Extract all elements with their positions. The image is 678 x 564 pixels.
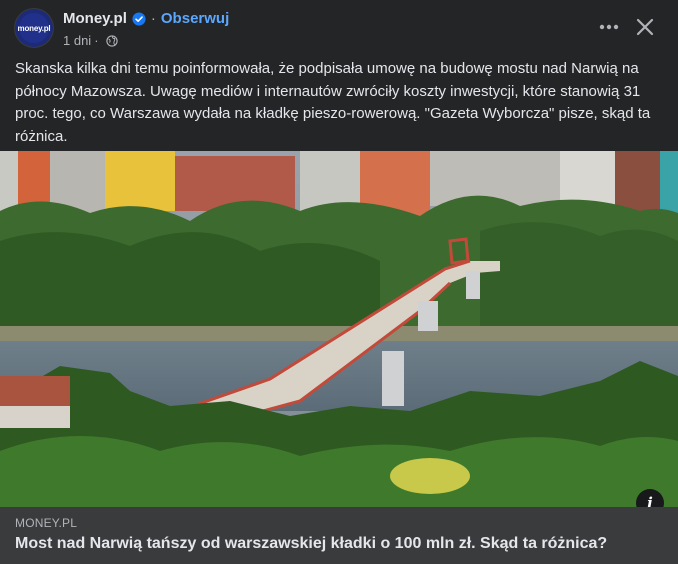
more-options-button[interactable] bbox=[596, 14, 622, 40]
link-preview-box[interactable]: MONEY.PL Most nad Narwią tańszy od warsz… bbox=[0, 507, 678, 564]
post-timestamp[interactable]: 1 dni bbox=[63, 33, 91, 48]
close-icon bbox=[636, 18, 654, 36]
post-meta: 1 dni · bbox=[63, 33, 118, 48]
avatar-logo-text: money.pl bbox=[18, 13, 51, 43]
post-body-text: Skanska kilka dni temu poinformowała, że… bbox=[15, 60, 651, 145]
link-domain: MONEY.PL bbox=[15, 516, 78, 530]
link-headline[interactable]: Most nad Narwią tańszy od warszawskiej k… bbox=[15, 535, 607, 553]
name-row: Money.pl · Obserwuj bbox=[63, 10, 229, 27]
link-preview-image[interactable]: i bbox=[0, 151, 678, 507]
close-button[interactable] bbox=[632, 14, 658, 40]
more-options-icon bbox=[599, 24, 619, 30]
bridge-photo bbox=[0, 151, 678, 507]
meta-separator: · bbox=[94, 33, 99, 48]
page-avatar[interactable]: money.pl bbox=[15, 9, 53, 47]
follow-button[interactable]: Obserwuj bbox=[161, 10, 229, 27]
page-name-link[interactable]: Money.pl bbox=[63, 10, 127, 27]
separator-dot: · bbox=[150, 10, 156, 27]
post-header: money.pl Money.pl · Obserwuj 1 dni · bbox=[0, 0, 678, 56]
verified-badge-icon bbox=[132, 11, 146, 26]
globe-icon[interactable] bbox=[105, 34, 118, 47]
